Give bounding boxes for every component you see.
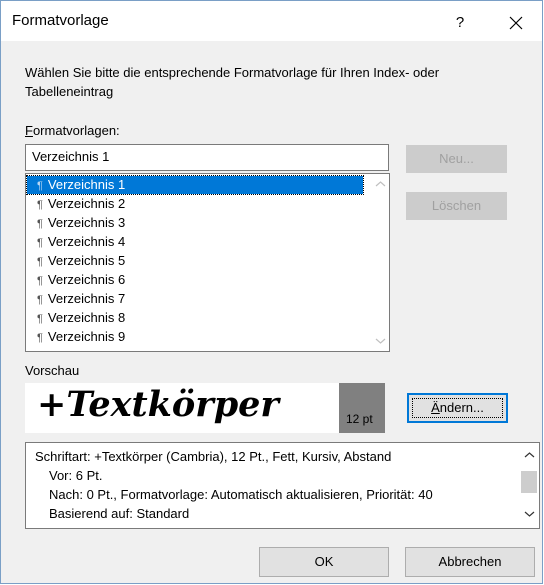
instruction-text: Wählen Sie bitte die entsprechende Forma…: [25, 65, 440, 99]
scroll-down-button[interactable]: [372, 332, 389, 349]
styles-label-mnemonic: F: [25, 123, 33, 138]
description-scrollbar[interactable]: [519, 443, 539, 528]
chevron-down-icon: [524, 511, 535, 517]
list-item[interactable]: ¶ Verzeichnis 4: [27, 233, 363, 251]
styles-label: Formatvorlagen:: [25, 123, 120, 138]
styles-list[interactable]: ¶ Verzeichnis 1 ¶ Verzeichnis 2 ¶ Verzeichn…: [25, 173, 390, 352]
scroll-down-button[interactable]: [521, 505, 538, 522]
scroll-thumb[interactable]: [521, 471, 537, 493]
paragraph-icon: ¶: [37, 275, 43, 287]
list-item-label: Verzeichnis 4: [47, 234, 126, 249]
paragraph-icon: ¶: [37, 237, 43, 249]
style-description-box[interactable]: Schriftart: +Textkörper (Cambria), 12 Pt…: [25, 442, 540, 529]
list-item[interactable]: ¶ Verzeichnis 7: [27, 290, 363, 308]
new-button[interactable]: Neu...: [406, 145, 507, 173]
list-item-label: Verzeichnis 9: [47, 329, 126, 344]
scroll-up-button[interactable]: [372, 176, 389, 193]
cancel-button[interactable]: Abbrechen: [405, 547, 535, 577]
font-size-indicator: 12 pt: [339, 383, 385, 433]
formatvorlage-dialog: Formatvorlage ? Wählen Sie bitte die ent…: [0, 0, 543, 584]
list-item-label: Verzeichnis 2: [47, 196, 126, 211]
close-icon: [509, 16, 523, 30]
chevron-up-icon: [375, 181, 386, 187]
modify-button[interactable]: Ändern...: [407, 393, 508, 423]
chevron-up-icon: [524, 452, 535, 458]
list-item[interactable]: ¶ Verzeichnis 2: [27, 195, 363, 213]
description-line: Nach: 0 Pt., Formatvorlage: Automatisch …: [49, 487, 433, 502]
style-name-input[interactable]: Verzeichnis 1: [25, 144, 389, 171]
font-size-label: 12 pt: [346, 412, 373, 426]
styles-label-rest: ormatvorlagen:: [32, 123, 120, 138]
list-item-label: Verzeichnis 8: [47, 310, 126, 325]
delete-button[interactable]: Löschen: [406, 192, 507, 220]
paragraph-icon: ¶: [37, 218, 43, 230]
list-item[interactable]: ¶ Verzeichnis 1: [26, 175, 364, 195]
scroll-up-button[interactable]: [521, 447, 538, 464]
list-item-label: Verzeichnis 3: [47, 215, 126, 230]
paragraph-icon: ¶: [37, 313, 43, 325]
preview-label: Vorschau: [25, 363, 80, 378]
ok-button[interactable]: OK: [259, 547, 389, 577]
list-item-label: Verzeichnis 6: [47, 272, 126, 287]
close-button[interactable]: [496, 9, 536, 37]
paragraph-icon: ¶: [37, 180, 43, 192]
title-bar: Formatvorlage ?: [1, 1, 542, 41]
focus-indicator: [412, 398, 503, 418]
preview-box: +Textkörper 12 pt: [25, 383, 385, 433]
list-item-label: Verzeichnis 7: [47, 291, 126, 306]
dialog-content: Wählen Sie bitte die entsprechende Forma…: [1, 41, 542, 583]
paragraph-icon: ¶: [37, 294, 43, 306]
list-item[interactable]: ¶ Verzeichnis 9: [27, 328, 363, 346]
paragraph-icon: ¶: [37, 332, 43, 344]
description-line: Vor: 6 Pt.: [49, 468, 103, 483]
paragraph-icon: ¶: [37, 256, 43, 268]
list-item-label: Verzeichnis 1: [47, 177, 126, 192]
list-item[interactable]: ¶ Verzeichnis 5: [27, 252, 363, 270]
paragraph-icon: ¶: [37, 199, 43, 211]
dialog-title: Formatvorlage: [12, 12, 109, 29]
description-line: Schriftart: +Textkörper (Cambria), 12 Pt…: [35, 449, 392, 464]
list-item[interactable]: ¶ Verzeichnis 6: [27, 271, 363, 289]
preview-sample-text: +Textkörper: [37, 384, 279, 425]
chevron-down-icon: [375, 338, 386, 344]
list-item[interactable]: ¶ Verzeichnis 3: [27, 214, 363, 232]
list-item[interactable]: ¶ Verzeichnis 8: [27, 309, 363, 327]
list-item-label: Verzeichnis 5: [47, 253, 126, 268]
styles-list-scrollbar[interactable]: [372, 174, 389, 351]
description-line: Basierend auf: Standard: [49, 506, 190, 521]
help-button[interactable]: ?: [448, 11, 472, 35]
